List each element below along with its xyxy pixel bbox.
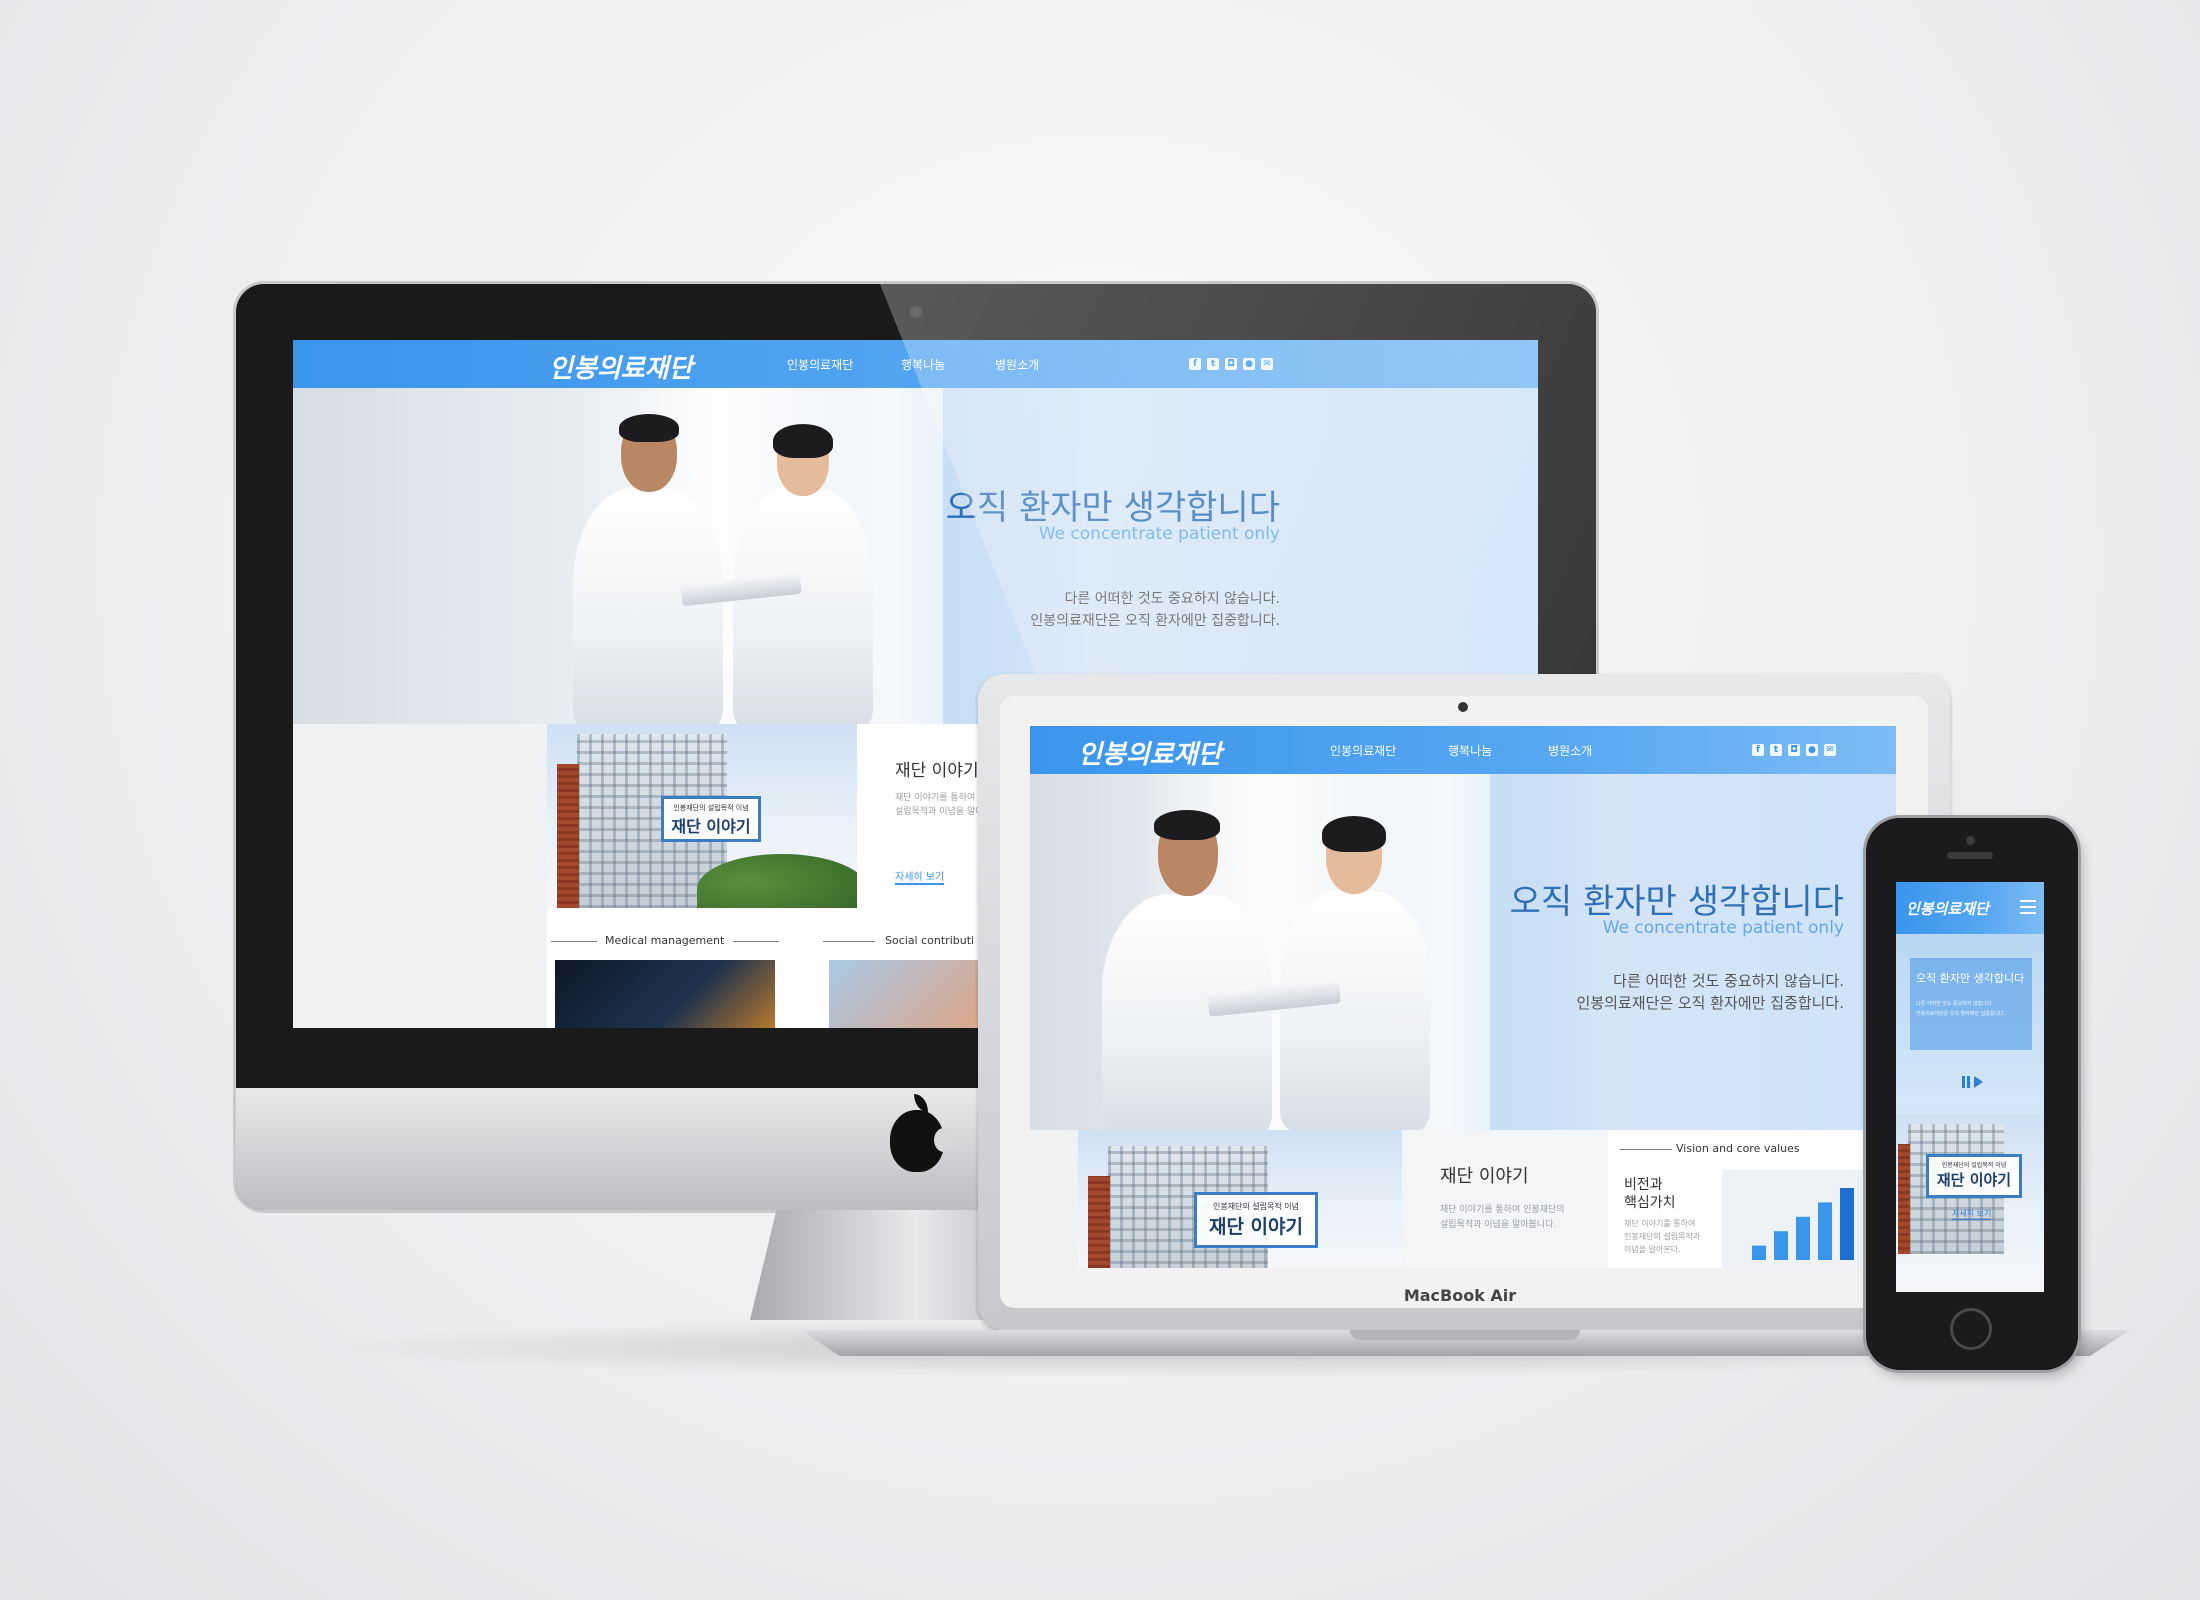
vision-card-text-1: 재단 이야기를 통하여 [1624, 1219, 1696, 1228]
content-area: 인봉재단의 설립목적 이념 재단 이야기 재단 이야기 재단 이야기를 통하여 … [1030, 1130, 1896, 1268]
story-more-link[interactable]: 자세히 보기 [895, 868, 945, 885]
vision-bar [1840, 1188, 1854, 1260]
vision-card-text-2: 인봉재단의 설립목적과 [1624, 1232, 1701, 1241]
play-next-icon[interactable] [1974, 1076, 1983, 1088]
menu-item-foundation[interactable]: 인봉의료재단 [1330, 742, 1396, 759]
mobile-header: 인봉의료재단 [1896, 882, 2044, 934]
apple-logo-icon [890, 1094, 954, 1172]
site-logo[interactable]: 인봉의료재단 [1078, 734, 1222, 771]
macbook-camera [1458, 702, 1468, 712]
social-links: f t ◘ ● ✉ [1752, 744, 1836, 756]
doctor-woman-image [1280, 816, 1430, 1130]
macbook-screen: 인봉의료재단 인봉의료재단 행복나눔 병원소개 f t ◘ ● ✉ 오직 환자만… [1030, 726, 1896, 1268]
vision-card-title-1: 비전과 [1624, 1177, 1663, 1193]
vision-card-text-3: 이념을 알아본다. [1624, 1245, 1681, 1254]
vision-bar [1774, 1231, 1788, 1260]
story-stamp: 인봉재단의 설립목적 이념 재단 이야기 [661, 796, 761, 842]
story-card-area [1402, 1130, 1608, 1268]
menu-item-sharing[interactable]: 행복나눔 [1448, 742, 1492, 759]
mobile-hero-line-2: 인봉의료재단은 오직 환자에만 집중합니다. [1916, 1011, 2006, 1017]
mobile-hero-line-1: 다른 어떠한 것도 중요하지 않습니다. [1916, 1001, 1993, 1007]
hamburger-icon[interactable] [2020, 900, 2036, 914]
facebook-icon[interactable]: f [1752, 744, 1764, 756]
hero-line-1: 다른 어떠한 것도 중요하지 않습니다. [1613, 972, 1844, 990]
site-header: 인봉의료재단 인봉의료재단 행복나눔 병원소개 f t ◘ ● ✉ [1030, 726, 1896, 774]
story-card-image: 인봉재단의 설립목적 이념 재단 이야기 [547, 724, 857, 908]
medical-heading-rule-left [551, 941, 597, 942]
left-gutter [1030, 1130, 1078, 1268]
twitter-icon[interactable]: t [1770, 744, 1782, 756]
chat-icon[interactable]: ● [1806, 744, 1818, 756]
vision-bar [1818, 1202, 1832, 1260]
mobile-hero-title: 오직 환자만 생각합니다 [1916, 972, 2025, 985]
menu-item-foundation[interactable]: 인봉의료재단 [787, 356, 853, 373]
section-social-label: Social contributi [885, 934, 975, 947]
vision-bar [1752, 1245, 1766, 1260]
pause-icon[interactable] [1962, 1076, 1970, 1088]
mail-icon[interactable]: ✉ [1824, 744, 1836, 756]
macbook-notch [1350, 1330, 1580, 1340]
vision-bar [1796, 1216, 1810, 1260]
mobile-story-card: 인봉재단의 설립목적 이념 재단 이야기 자세히 보기 [1896, 1114, 2044, 1292]
vision-rule-left [1620, 1149, 1672, 1150]
left-gutter [293, 724, 547, 1028]
glass-panel [1490, 774, 1600, 1130]
story-stamp: 인봉재단의 설립목적 이념 재단 이야기 [1926, 1154, 2022, 1198]
medical-heading-rule-right [733, 941, 779, 942]
story-card-title: 재단 이야기 [1440, 1166, 1529, 1187]
macbook-label: MacBook Air [1403, 1286, 1517, 1305]
section-medical-heading [555, 934, 563, 935]
story-stamp: 인봉재단의 설립목적 이념 재단 이야기 [1194, 1192, 1318, 1248]
story-card-title: 재단 이야기 [895, 761, 979, 781]
vision-card-title-2: 핵심가치 [1624, 1195, 1676, 1211]
section-social-rule-left [823, 941, 875, 942]
iphone-screen: 인봉의료재단 오직 환자만 생각합니다 다른 어떠한 것도 중요하지 않습니다.… [1896, 882, 2044, 1292]
mobile-more-link[interactable]: 자세히 보기 [1952, 1208, 1992, 1220]
hero-line-2: 인봉의료재단은 오직 환자에만 집중합니다. [1576, 994, 1844, 1012]
hero-title: 오직 환자만 생각합니다 [1509, 882, 1844, 922]
story-card-text-2: 설립목적과 이념을 알아봅니다. [1440, 1220, 1557, 1230]
iphone-speaker [1947, 852, 1993, 859]
site-logo[interactable]: 인봉의료재단 [1906, 898, 1989, 919]
hero-subtitle: We concentrate patient only [1602, 918, 1844, 938]
mobile-hero: 오직 환자만 생각합니다 다른 어떠한 것도 중요하지 않습니다. 인봉의료재단… [1896, 934, 2044, 1114]
menu-item-hospital[interactable]: 병원소개 [1548, 742, 1592, 759]
instagram-icon[interactable]: ◘ [1788, 744, 1800, 756]
hero-banner: 오직 환자만 생각합니다 We concentrate patient only… [1030, 774, 1896, 1130]
iphone-home-button [1950, 1308, 1992, 1350]
iphone-camera [1966, 836, 1975, 845]
section-medical-label: Medical management [605, 934, 725, 947]
section-vision-label: Vision and core values [1676, 1142, 1800, 1155]
story-card-image: 인봉재단의 설립목적 이념 재단 이야기 [1078, 1130, 1402, 1268]
medical-image [555, 960, 775, 1028]
doctor-man-image [1102, 810, 1272, 1130]
site-logo[interactable]: 인봉의료재단 [549, 348, 693, 385]
vision-bar-chart [1722, 1170, 1872, 1268]
story-card-text-1: 재단 이야기를 통하여 인봉재단의 [1440, 1205, 1565, 1215]
doctor-man-image [573, 414, 723, 724]
